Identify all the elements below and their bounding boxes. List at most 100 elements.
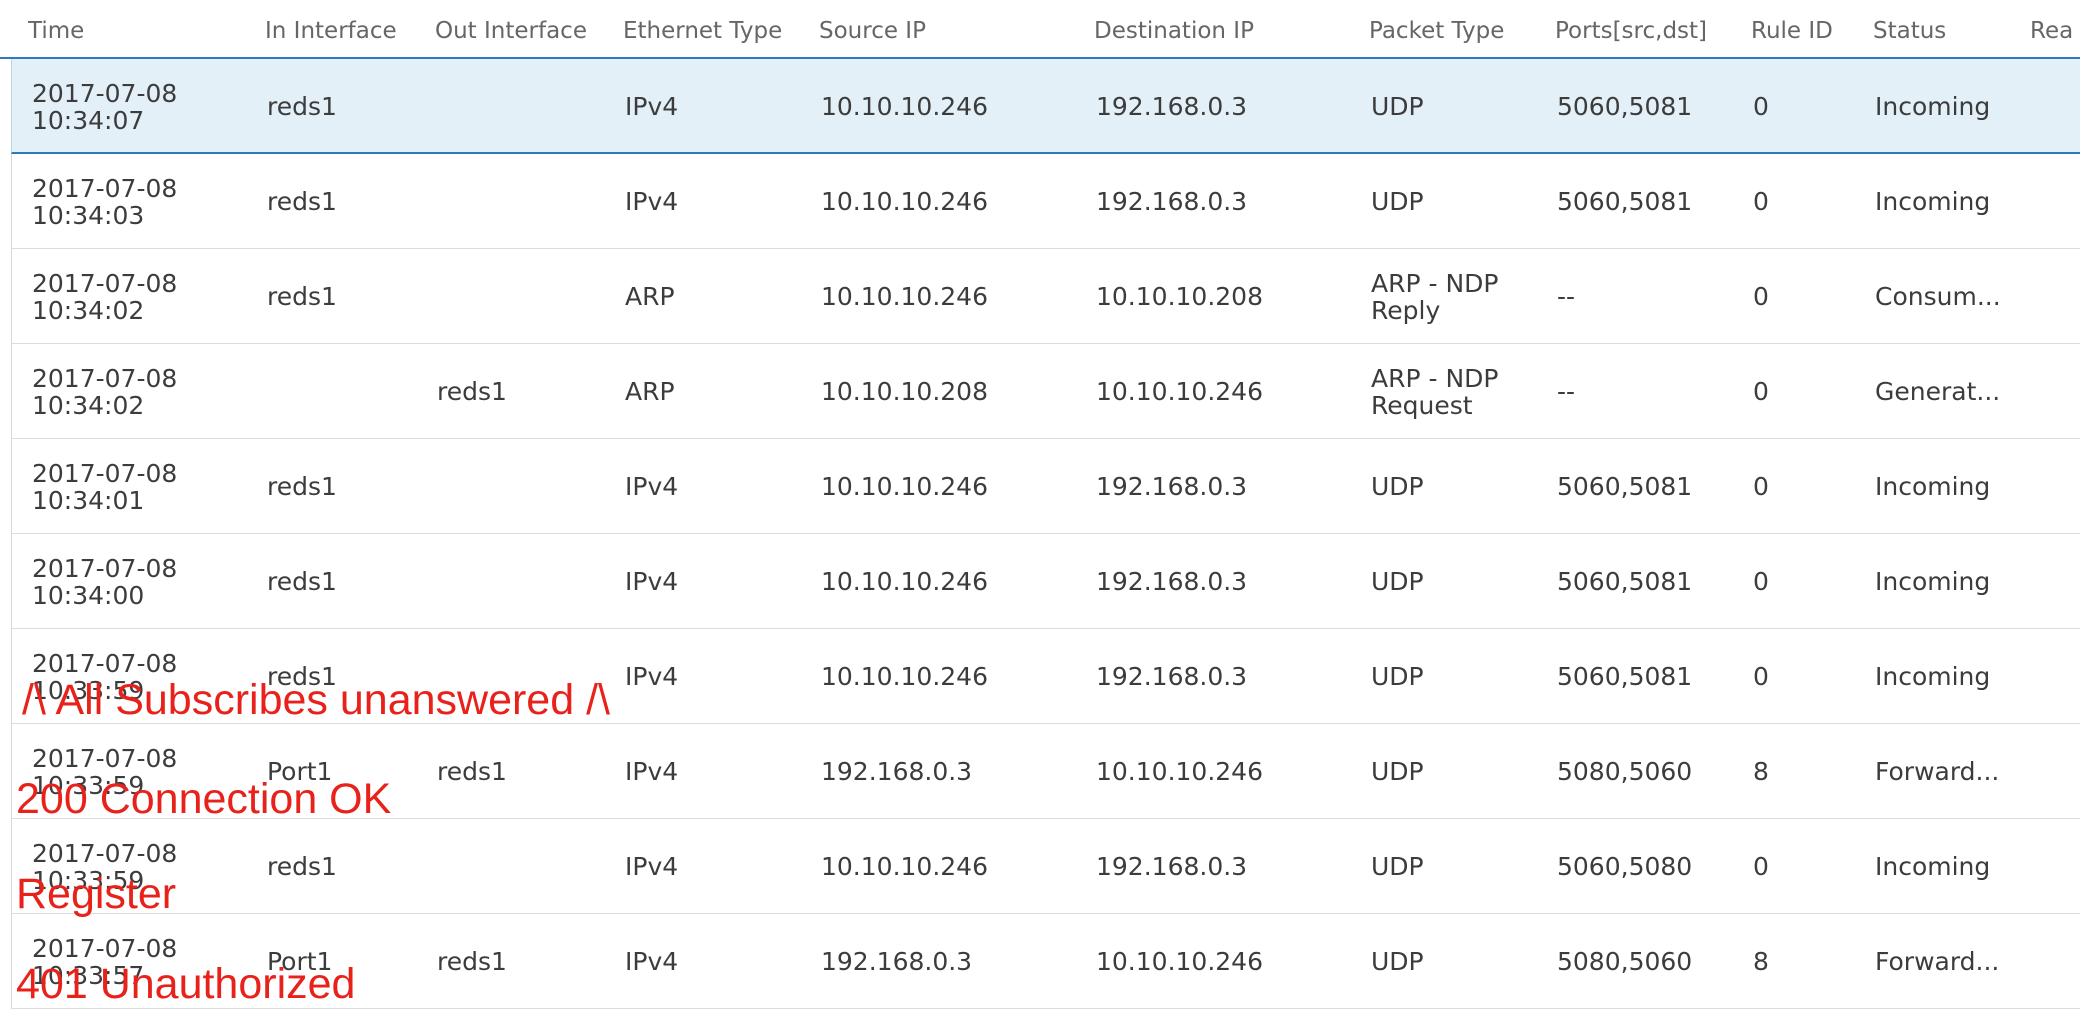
cell-in-interface: reds1 [267,92,337,121]
cell-out-interface: reds1 [437,377,507,406]
table-row[interactable]: 2017-07-08 10:34:03 reds1 IPv4 10.10.10.… [11,154,2080,249]
annotation-register: Register [16,870,177,918]
cell-destination-ip: 192.168.0.3 [1096,472,1248,501]
cell-in-interface: reds1 [267,187,337,216]
column-header-source-ip[interactable]: Source IP [819,0,926,59]
cell-source-ip: 10.10.10.208 [821,377,988,406]
cell-ports: 5080,5060 [1557,757,1693,786]
column-header-status[interactable]: Status [1873,0,1946,59]
table-header: Time In Interface Out Interface Ethernet… [0,0,2080,59]
column-header-reason[interactable]: Rea [2030,0,2073,59]
cell-status: Incoming [1875,92,1991,121]
cell-source-ip: 10.10.10.246 [821,852,988,881]
cell-ethernet-type: IPv4 [625,92,679,121]
cell-packet-type-line1: ARP - NDP [1371,268,1499,298]
cell-packet-type: UDP [1371,154,1424,249]
cell-in-interface: reds1 [267,282,337,311]
cell-rule-id: 0 [1753,282,1769,311]
cell-out-interface: reds1 [437,947,507,976]
column-header-ethernet-type[interactable]: Ethernet Type [623,0,782,59]
cell-source-ip: 10.10.10.246 [821,662,988,691]
cell-destination-ip: 192.168.0.3 [1096,567,1248,596]
cell-packet-type: UDP [1371,629,1424,724]
cell-packet-type: UDP [1371,914,1424,1009]
table-row[interactable]: 2017-07-08 10:33:59 reds1 IPv4 10.10.10.… [11,819,2080,914]
cell-status: Incoming [1875,662,1991,691]
column-header-rule-id[interactable]: Rule ID [1751,0,1833,59]
cell-ports: -- [1557,377,1576,406]
column-header-ports[interactable]: Ports[src,dst] [1555,0,1707,59]
cell-packet-type: UDP [1371,59,1424,154]
cell-source-ip: 10.10.10.246 [821,567,988,596]
cell-status: Forward... [1875,947,2000,976]
cell-destination-ip: 192.168.0.3 [1096,92,1248,121]
cell-ports: -- [1557,282,1576,311]
cell-time: 2017-07-08 10:34:07 [32,59,177,154]
cell-status: Incoming [1875,472,1991,501]
cell-time: 2017-07-08 10:34:00 [32,534,177,629]
column-header-in-interface[interactable]: In Interface [265,0,397,59]
annotation-200-connection-ok: 200 Connection OK [16,775,392,823]
cell-packet-type: UDP [1371,439,1424,534]
cell-packet-type: UDP [1371,534,1424,629]
table-row[interactable]: 2017-07-08 10:34:01 reds1 IPv4 10.10.10.… [11,439,2080,534]
cell-source-ip: 192.168.0.3 [821,757,973,786]
cell-date: 2017-07-08 [32,933,178,963]
table-row[interactable]: 2017-07-08 10:34:00 reds1 IPv4 10.10.10.… [11,534,2080,629]
cell-destination-ip: 10.10.10.246 [1096,757,1263,786]
cell-packet-type-line1: UDP [1371,187,1424,216]
cell-rule-id: 0 [1753,852,1769,881]
column-header-time[interactable]: Time [28,0,84,59]
cell-clock: 10:34:07 [32,105,145,135]
cell-packet-type-line1: UDP [1371,567,1424,596]
table-row[interactable]: 2017-07-08 10:34:02 reds1 ARP 10.10.10.2… [11,249,2080,344]
cell-packet-type: ARP - NDP Request [1371,344,1499,439]
cell-rule-id: 8 [1753,757,1769,786]
cell-packet-type-line2: Reply [1371,295,1441,325]
cell-source-ip: 10.10.10.246 [821,282,988,311]
cell-source-ip: 10.10.10.246 [821,187,988,216]
cell-ethernet-type: IPv4 [625,567,679,596]
cell-source-ip: 10.10.10.246 [821,472,988,501]
cell-source-ip: 192.168.0.3 [821,947,973,976]
cell-destination-ip: 192.168.0.3 [1096,187,1248,216]
cell-ports: 5060,5080 [1557,852,1693,881]
cell-rule-id: 0 [1753,567,1769,596]
cell-destination-ip: 10.10.10.246 [1096,947,1263,976]
cell-in-interface: reds1 [267,472,337,501]
cell-destination-ip: 10.10.10.246 [1096,377,1263,406]
cell-ports: 5060,5081 [1557,92,1693,121]
cell-date: 2017-07-08 [32,363,178,393]
cell-status: Incoming [1875,852,1991,881]
cell-packet-type-line1: UDP [1371,757,1424,786]
column-header-destination-ip[interactable]: Destination IP [1094,0,1254,59]
column-header-packet-type[interactable]: Packet Type [1369,0,1504,59]
cell-packet-type: UDP [1371,724,1424,819]
cell-status: Incoming [1875,567,1991,596]
cell-ethernet-type: IPv4 [625,472,679,501]
cell-date: 2017-07-08 [32,173,178,203]
cell-clock: 10:34:01 [32,485,145,515]
cell-destination-ip: 192.168.0.3 [1096,852,1248,881]
table-row[interactable]: 2017-07-08 10:34:02 reds1 ARP 10.10.10.2… [11,344,2080,439]
cell-date: 2017-07-08 [32,268,178,298]
cell-packet-type-line1: UDP [1371,947,1424,976]
cell-in-interface: reds1 [267,567,337,596]
cell-rule-id: 8 [1753,947,1769,976]
annotation-subscribes-unanswered: /\ All Subscribes unanswered /\ [22,676,610,724]
cell-packet-type-line1: UDP [1371,472,1424,501]
cell-ethernet-type: ARP [625,377,675,406]
cell-clock: 10:34:03 [32,200,145,230]
cell-ports: 5060,5081 [1557,187,1693,216]
cell-packet-type-line1: ARP - NDP [1371,363,1499,393]
cell-source-ip: 10.10.10.246 [821,92,988,121]
cell-ports: 5060,5081 [1557,662,1693,691]
cell-status: Generat... [1875,377,2001,406]
cell-rule-id: 0 [1753,187,1769,216]
cell-ethernet-type: IPv4 [625,662,679,691]
cell-ports: 5060,5081 [1557,472,1693,501]
column-header-out-interface[interactable]: Out Interface [435,0,587,59]
cell-ethernet-type: IPv4 [625,852,679,881]
cell-clock: 10:34:00 [32,580,145,610]
table-row[interactable]: 2017-07-08 10:34:07 reds1 IPv4 10.10.10.… [11,59,2080,154]
